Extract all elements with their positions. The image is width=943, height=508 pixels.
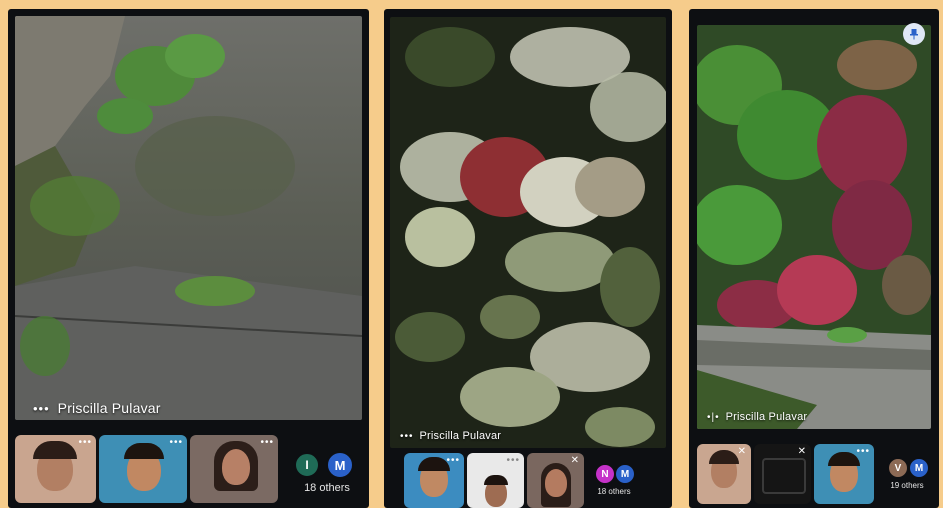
participant-thumbnail-1[interactable]: ••• [404, 453, 464, 508]
participant-thumbnail-3[interactable]: ••• [814, 444, 874, 504]
participant-name-tag: •|• Priscilla Pulavar [707, 411, 807, 423]
main-video-feed[interactable]: ••• Priscilla Pulavar [15, 16, 362, 420]
more-options-icon[interactable]: ••• [856, 446, 870, 457]
participant-name: Priscilla Pulavar [57, 400, 161, 416]
participant-name-tag: ••• Priscilla Pulavar [400, 430, 501, 442]
participant-name-tag: ••• Priscilla Pulavar [33, 400, 161, 416]
audio-level-icon: •|• [707, 411, 720, 423]
participant-avatar: M [614, 463, 636, 485]
main-video-image [697, 25, 931, 429]
mic-off-icon: ✕ [570, 455, 580, 466]
main-video-image [390, 17, 666, 448]
participant-thumbnail-2[interactable]: ••• [467, 453, 524, 508]
main-video-feed[interactable]: ••• Priscilla Pulavar [390, 17, 666, 448]
participant-avatar: I [294, 452, 320, 478]
more-options-icon[interactable]: ••• [169, 437, 183, 448]
participant-name: Priscilla Pulavar [419, 430, 502, 442]
participant-name: Priscilla Pulavar [725, 411, 808, 423]
more-options-icon[interactable]: ••• [446, 455, 460, 466]
meeting-screen-1: ••• Priscilla Pulavar ••• ••• ••• I M 18… [8, 9, 369, 508]
more-options-icon[interactable]: ••• [260, 437, 274, 448]
participant-thumbnail-3[interactable]: ••• [190, 435, 278, 503]
participant-avatar: M [326, 451, 354, 479]
others-count-label[interactable]: 19 others [881, 481, 933, 490]
main-video-image [15, 16, 362, 420]
meeting-screen-2: ••• Priscilla Pulavar ••• ••• ✕ N M 18 o… [384, 9, 672, 508]
participant-avatar: V [887, 457, 909, 479]
more-options-icon[interactable]: ••• [400, 431, 414, 442]
meeting-screen-3: •|• Priscilla Pulavar ✕ ✕ ••• V M 19 oth… [689, 9, 939, 508]
participant-thumbnail-3[interactable]: ✕ [527, 453, 584, 508]
more-options-icon[interactable]: ••• [33, 401, 50, 416]
main-video-feed[interactable]: •|• Priscilla Pulavar [697, 25, 931, 429]
participant-thumbnail-1[interactable]: ✕ [697, 444, 751, 504]
participant-avatar: N [594, 463, 616, 485]
participant-thumbnail-2[interactable]: ✕ [754, 444, 811, 504]
mic-off-icon: ✕ [737, 446, 747, 457]
participant-thumbnail-2[interactable]: ••• [99, 435, 187, 503]
pin-icon[interactable] [903, 23, 925, 45]
mic-off-icon: ✕ [797, 446, 807, 457]
participant-thumbnail-1[interactable]: ••• [15, 435, 96, 503]
more-options-icon[interactable]: ••• [78, 437, 92, 448]
others-count-label[interactable]: 18 others [588, 487, 640, 496]
more-options-icon[interactable]: ••• [506, 455, 520, 466]
participant-avatar: M [908, 457, 930, 479]
others-count-label[interactable]: 18 others [290, 482, 364, 494]
